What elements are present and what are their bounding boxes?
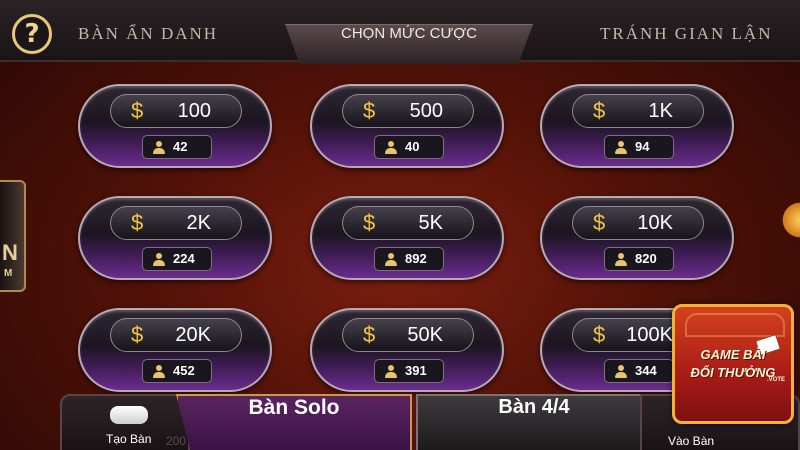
bet-amount: 2K: [186, 212, 211, 234]
player-count-pill: 344: [604, 359, 674, 383]
logo-tag: .VOTE: [766, 377, 785, 383]
bet-card[interactable]: $ 2K 224: [78, 196, 272, 280]
player-count: 892: [405, 251, 427, 266]
logo-decoration: [685, 313, 785, 337]
tab-chon-muc-cuoc[interactable]: CHỌN MỨC CƯỢC: [285, 24, 533, 64]
bet-amount: 1K: [648, 100, 673, 122]
player-count: 452: [173, 363, 195, 378]
tab-ban-4-4[interactable]: Bàn 4/4: [416, 394, 652, 450]
bet-amount: 10K: [637, 212, 673, 234]
dollar-icon: $: [131, 210, 144, 235]
create-table-label: Tạo Bàn: [106, 432, 152, 446]
bet-amount: 100K: [626, 324, 673, 346]
bet-card[interactable]: $ 50K 391: [310, 308, 504, 392]
player-count: 820: [635, 251, 657, 266]
bet-card[interactable]: $ 100 42: [78, 84, 272, 168]
tab-tranh-gian-lan[interactable]: TRÁNH GIAN LẬN: [600, 24, 772, 44]
person-icon: [153, 141, 165, 154]
bet-amount-pill: $ 100: [110, 94, 242, 128]
bet-amount-pill: $ 500: [342, 94, 474, 128]
player-count-pill: 94: [604, 135, 674, 159]
bet-card[interactable]: $ 20K 452: [78, 308, 272, 392]
player-count-pill: 40: [374, 135, 444, 159]
side-panel-letter: N: [2, 240, 18, 265]
bet-amount: 100: [177, 100, 211, 122]
join-table-label: Vào Bàn: [668, 434, 715, 448]
player-count-pill: 391: [374, 359, 444, 383]
bet-amount: 50K: [407, 324, 443, 346]
bet-card[interactable]: $ 1K 94: [540, 84, 734, 168]
help-button[interactable]: ?: [12, 14, 52, 54]
person-icon: [385, 365, 397, 378]
player-count: 224: [173, 251, 195, 266]
bet-amount: 20K: [175, 324, 211, 346]
bet-amount: 500: [409, 100, 443, 122]
person-icon: [615, 141, 627, 154]
bet-amount-pill: $ 1K: [572, 94, 704, 128]
create-table-button[interactable]: Tạo Bàn 200: [60, 394, 190, 450]
bet-card[interactable]: $ 10K 820: [540, 196, 734, 280]
decoration-coin-icon: [780, 200, 800, 240]
person-icon: [615, 253, 627, 266]
logo-line-1: GAME BÀI: [700, 347, 766, 362]
tab-ban-an-danh[interactable]: BÀN ẨN DANH: [78, 24, 218, 44]
player-count-pill: 452: [142, 359, 212, 383]
dollar-icon: $: [363, 98, 376, 123]
dollar-icon: $: [593, 98, 606, 123]
dollar-icon: $: [593, 210, 606, 235]
create-table-ghost-text: 200: [166, 434, 187, 448]
bet-card[interactable]: $ 5K 892: [310, 196, 504, 280]
bet-card[interactable]: $ 500 40: [310, 84, 504, 168]
player-count-pill: 892: [374, 247, 444, 271]
side-panel-peek[interactable]: N M: [0, 180, 26, 292]
player-count-pill: 820: [604, 247, 674, 271]
tab-ban-solo[interactable]: Bàn Solo: [176, 394, 412, 450]
dollar-icon: $: [363, 210, 376, 235]
bet-amount-pill: $ 50K: [342, 318, 474, 352]
player-count: 391: [405, 363, 427, 378]
person-icon: [385, 253, 397, 266]
bet-amount-pill: $ 10K: [572, 206, 704, 240]
player-count: 40: [405, 139, 420, 154]
person-icon: [385, 141, 397, 154]
bet-amount-pill: $ 5K: [342, 206, 474, 240]
player-count: 42: [173, 139, 188, 154]
side-panel-letter-small: M: [4, 268, 13, 279]
dollar-icon: $: [363, 322, 376, 347]
watermark-logo: GAME BÀI ĐỔI THƯỞNG .VOTE: [672, 304, 794, 424]
player-count: 94: [635, 139, 650, 154]
table-icon: [110, 406, 148, 424]
player-count: 344: [635, 363, 657, 378]
bet-amount-pill: $ 2K: [110, 206, 242, 240]
dollar-icon: $: [131, 322, 144, 347]
person-icon: [153, 365, 165, 378]
bet-amount-pill: $ 20K: [110, 318, 242, 352]
dollar-icon: $: [131, 98, 144, 123]
dollar-icon: $: [593, 322, 606, 347]
person-icon: [153, 253, 165, 266]
person-icon: [615, 365, 627, 378]
top-bar: ? BÀN ẨN DANH CHỌN MỨC CƯỢC TRÁNH GIAN L…: [0, 0, 800, 64]
question-mark-icon: ?: [24, 19, 40, 49]
player-count-pill: 224: [142, 247, 212, 271]
bet-amount: 5K: [418, 212, 443, 234]
player-count-pill: 42: [142, 135, 212, 159]
